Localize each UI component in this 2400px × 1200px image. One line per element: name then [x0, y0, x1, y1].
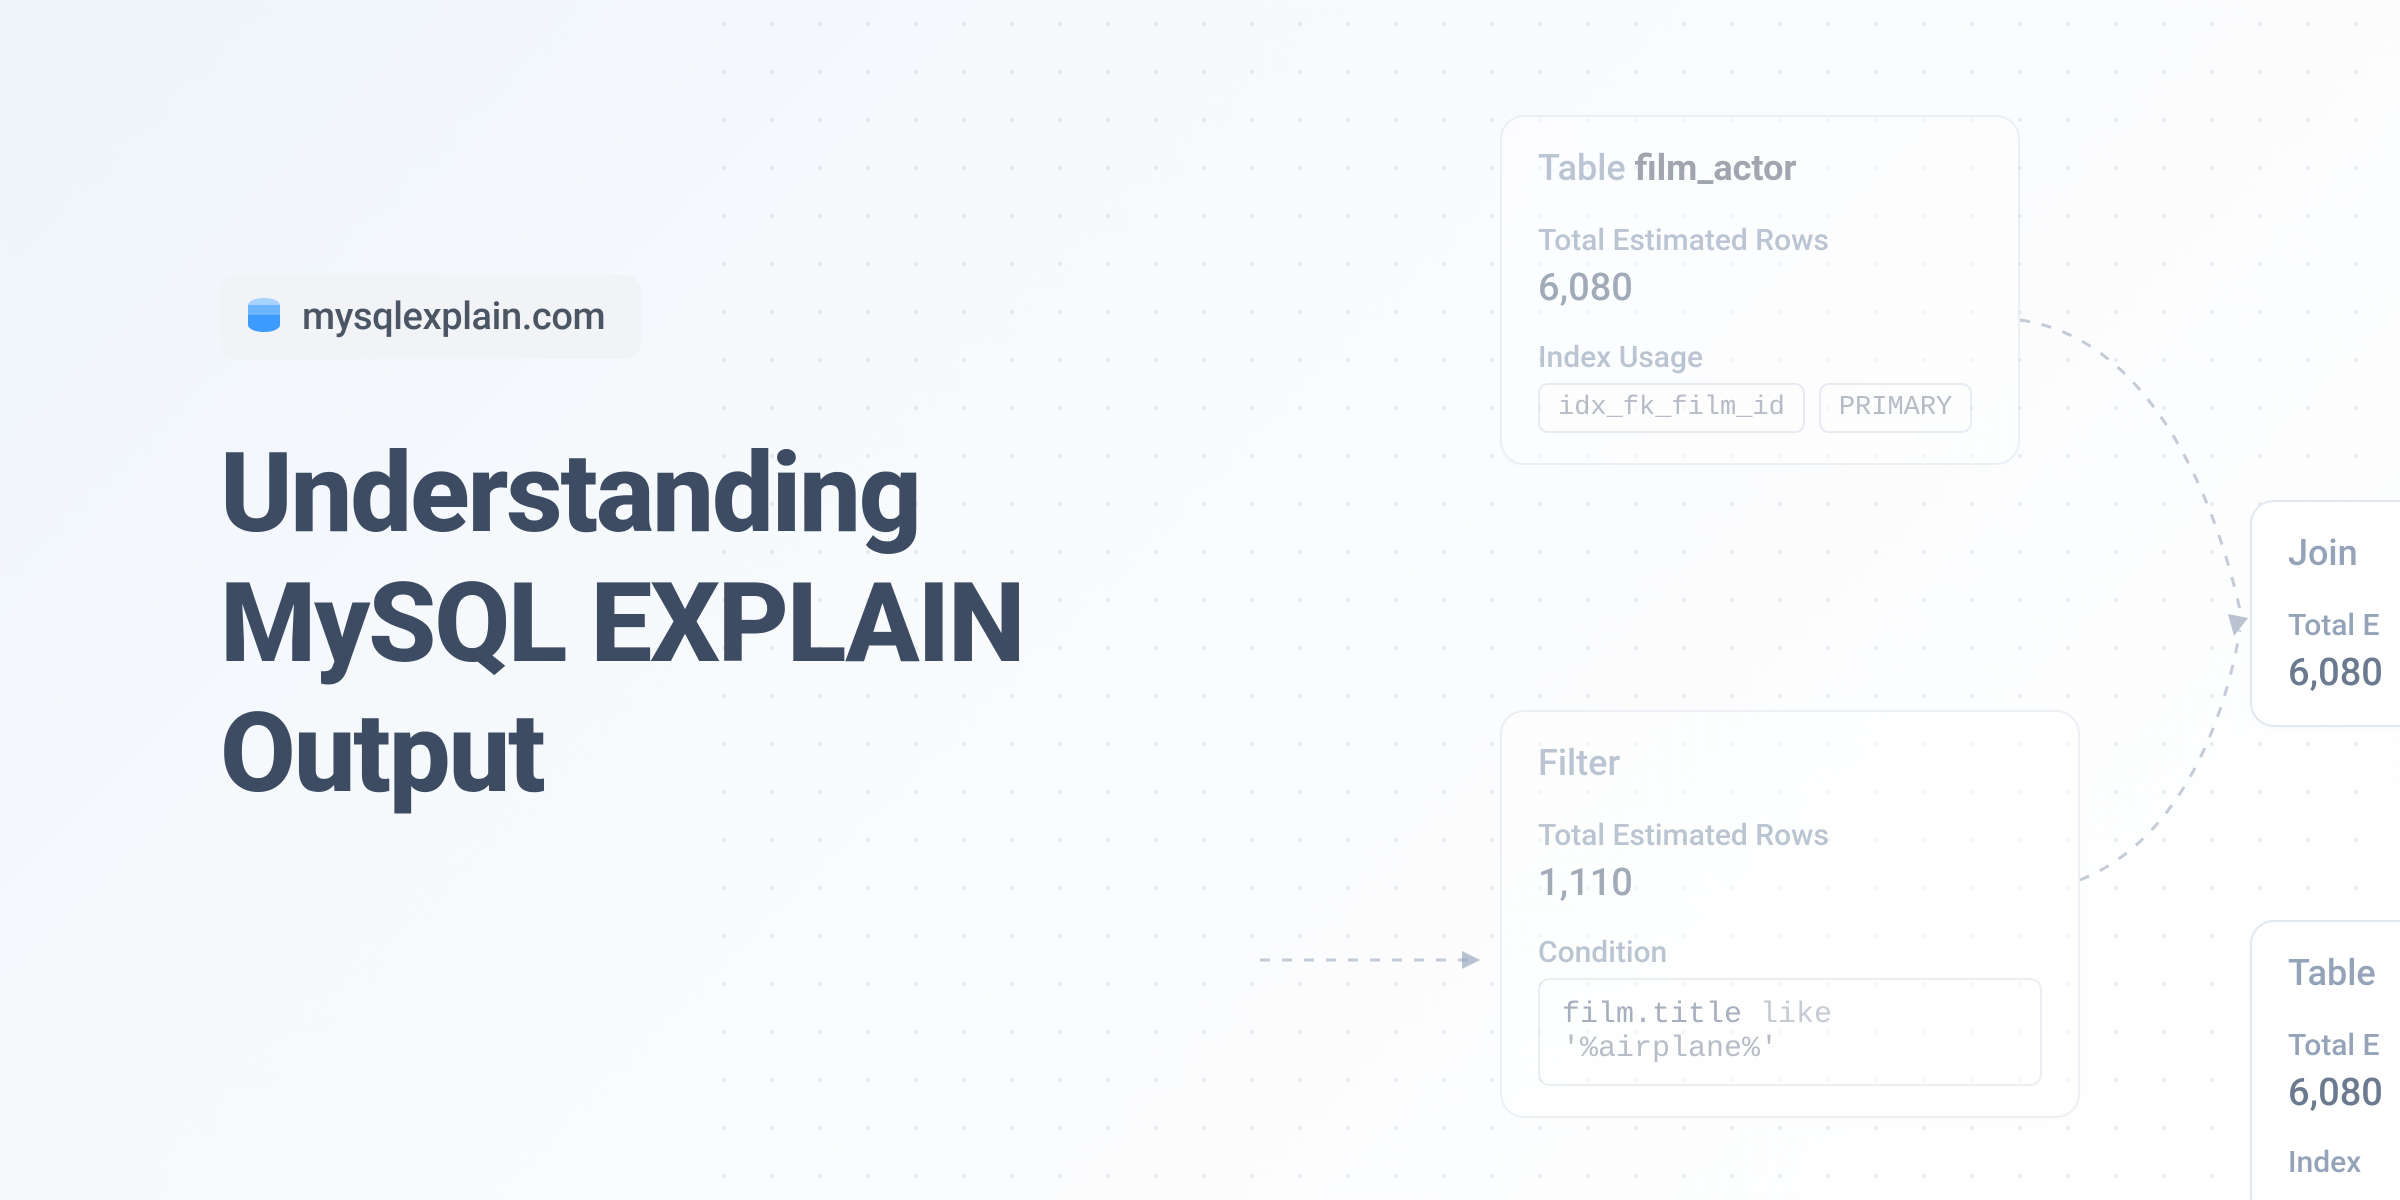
index-chip: idx_fk_film_id: [1538, 383, 1805, 433]
title-line-1: Understanding: [220, 429, 920, 558]
page-title: Understanding MySQL EXPLAIN Output: [220, 429, 1023, 818]
rows-value: 6,080: [1538, 266, 1982, 310]
index-chip: PRIMARY: [1819, 383, 1972, 433]
node-type-label: Table: [1538, 147, 1626, 189]
rows-label: Total Estimated Rows: [1538, 818, 2042, 853]
title-line-2: MySQL EXPLAIN: [220, 559, 1023, 688]
rows-value: 6,080: [2288, 1071, 2400, 1115]
site-badge-text: mysqlexplain.com: [302, 295, 605, 339]
node-table-name: film_actor: [1635, 147, 1797, 189]
index-chip-row: idx_fk_film_id PRIMARY: [1538, 383, 1982, 433]
hero-block: mysqlexplain.com Understanding MySQL EXP…: [220, 275, 1023, 818]
database-icon: [246, 297, 282, 337]
site-badge: mysqlexplain.com: [220, 275, 641, 359]
rows-label: Total E: [2288, 1028, 2400, 1063]
node-header: Join: [2288, 532, 2400, 574]
condition-string: '%airplane%': [1562, 1032, 1778, 1066]
node-header: Table: [2288, 952, 2400, 994]
condition-expression: film.title like '%airplane%': [1538, 978, 2042, 1086]
node-filter: Filter Total Estimated Rows 1,110 Condit…: [1500, 710, 2080, 1118]
node-header: Filter: [1538, 742, 2042, 784]
node-table-film-actor: Table film_actor Total Estimated Rows 6,…: [1500, 115, 2020, 465]
condition-label: Condition: [1538, 935, 2042, 970]
node-join: Join Total E 6,080: [2250, 500, 2400, 727]
index-usage-label: Index: [2288, 1145, 2400, 1180]
rows-label: Total E: [2288, 608, 2400, 643]
node-header: Table film_actor: [1538, 147, 1982, 189]
condition-keyword: like: [1760, 998, 1832, 1032]
rows-label: Total Estimated Rows: [1538, 223, 1982, 258]
title-line-3: Output: [220, 689, 543, 818]
rows-value: 6,080: [2288, 651, 2400, 695]
rows-value: 1,110: [1538, 861, 2042, 905]
condition-field: film.title: [1562, 998, 1742, 1032]
node-table-secondary: Table Total E 6,080 Index: [2250, 920, 2400, 1200]
index-usage-label: Index Usage: [1538, 340, 1982, 375]
